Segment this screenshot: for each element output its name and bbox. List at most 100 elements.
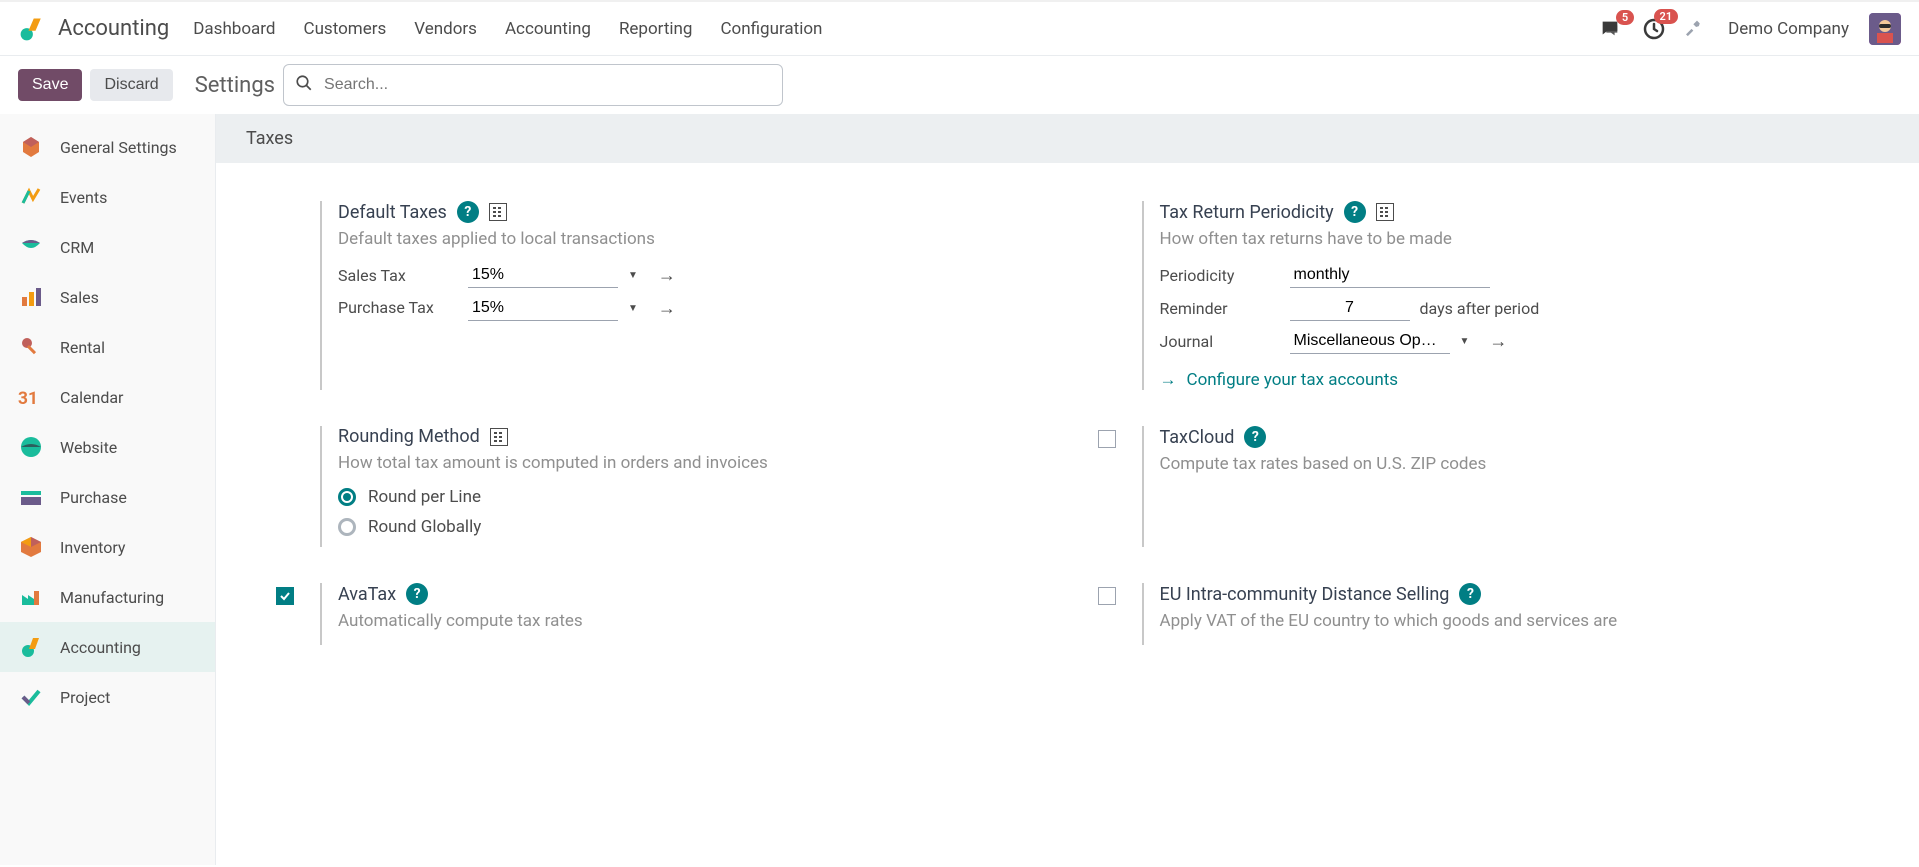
sales-icon xyxy=(18,284,44,310)
sidebar-item-inventory[interactable]: Inventory xyxy=(0,522,215,572)
search-input[interactable] xyxy=(283,64,783,106)
nav-accounting[interactable]: Accounting xyxy=(505,19,591,39)
avatax-checkbox[interactable] xyxy=(276,587,294,605)
caret-down-icon[interactable]: ▼ xyxy=(1460,336,1470,347)
external-link-icon[interactable]: → xyxy=(1489,331,1507,352)
activities-button[interactable]: 21 xyxy=(1642,17,1666,41)
sidebar-item-label: General Settings xyxy=(60,138,177,157)
help-icon[interactable]: ? xyxy=(406,583,428,605)
events-icon xyxy=(18,184,44,210)
sidebar-item-events[interactable]: Events xyxy=(0,172,215,222)
setting-title: Rounding Method xyxy=(338,426,480,447)
tools-icon xyxy=(1686,16,1708,38)
setting-desc: Compute tax rates based on U.S. ZIP code… xyxy=(1160,454,1880,474)
sales-tax-select[interactable] xyxy=(468,263,618,288)
user-avatar[interactable] xyxy=(1869,13,1901,45)
reminder-input[interactable] xyxy=(1290,296,1410,321)
journal-label: Journal xyxy=(1160,332,1290,351)
setting-title: AvaTax xyxy=(338,584,396,605)
company-scope-icon[interactable] xyxy=(489,203,507,221)
main: General Settings Events CRM Sales Rental… xyxy=(0,114,1919,865)
caret-down-icon[interactable]: ▼ xyxy=(628,303,638,314)
radio-label: Round per Line xyxy=(368,487,481,507)
purchase-tax-select[interactable] xyxy=(468,296,618,321)
setting-title: Default Taxes xyxy=(338,202,447,223)
setting-desc: Apply VAT of the EU country to which goo… xyxy=(1160,611,1880,631)
nav-configuration[interactable]: Configuration xyxy=(720,19,822,39)
setting-desc: Automatically compute tax rates xyxy=(338,611,1058,631)
nav-menu: Dashboard Customers Vendors Accounting R… xyxy=(193,19,822,39)
periodicity-select[interactable] xyxy=(1290,263,1490,288)
help-icon[interactable]: ? xyxy=(1344,201,1366,223)
sidebar-item-website[interactable]: Website xyxy=(0,422,215,472)
brand[interactable]: Accounting xyxy=(18,15,169,43)
app-logo-icon xyxy=(18,15,46,43)
nav-vendors[interactable]: Vendors xyxy=(414,19,477,39)
topbar-right: 5 21 Demo Company xyxy=(1598,13,1901,45)
settings-grid: Default Taxes ? Default taxes applied to… xyxy=(216,163,1919,683)
save-button[interactable]: Save xyxy=(18,69,82,101)
configure-tax-accounts-link[interactable]: → Configure your tax accounts xyxy=(1160,370,1399,390)
taxcloud-checkbox[interactable] xyxy=(1098,430,1116,448)
company-name[interactable]: Demo Company xyxy=(1728,19,1849,39)
setting-rounding: Rounding Method How total tax amount is … xyxy=(276,408,1058,565)
setting-desc: How often tax returns have to be made xyxy=(1160,229,1880,249)
topbar: Accounting Dashboard Customers Vendors A… xyxy=(0,0,1919,56)
sidebar-item-label: Inventory xyxy=(60,538,126,557)
sidebar-item-purchase[interactable]: Purchase xyxy=(0,472,215,522)
sidebar-item-calendar[interactable]: 31 Calendar xyxy=(0,372,215,422)
toolbar: Save Discard Settings xyxy=(0,56,1919,114)
search-icon xyxy=(295,74,313,96)
setting-taxcloud: TaxCloud ? Compute tax rates based on U.… xyxy=(1098,408,1880,565)
periodicity-label: Periodicity xyxy=(1160,266,1290,285)
sidebar-item-label: Calendar xyxy=(60,388,123,407)
sidebar-item-rental[interactable]: Rental xyxy=(0,322,215,372)
setting-tax-return: Tax Return Periodicity ? How often tax r… xyxy=(1098,183,1880,408)
purchase-tax-label: Purchase Tax xyxy=(338,298,468,319)
website-icon xyxy=(18,434,44,460)
crm-icon xyxy=(18,234,44,260)
sidebar-item-manufacturing[interactable]: Manufacturing xyxy=(0,572,215,622)
journal-select[interactable] xyxy=(1290,329,1450,354)
sidebar-item-crm[interactable]: CRM xyxy=(0,222,215,272)
messages-button[interactable]: 5 xyxy=(1598,18,1622,40)
manufacturing-icon xyxy=(18,584,44,610)
app-title: Accounting xyxy=(58,16,169,41)
company-scope-icon[interactable] xyxy=(1376,203,1394,221)
rental-icon xyxy=(18,334,44,360)
nav-dashboard[interactable]: Dashboard xyxy=(193,19,275,39)
sidebar-item-sales[interactable]: Sales xyxy=(0,272,215,322)
radio-icon xyxy=(338,518,356,536)
tools-button[interactable] xyxy=(1686,16,1708,42)
eu-distance-checkbox[interactable] xyxy=(1098,587,1116,605)
radio-icon xyxy=(338,488,356,506)
help-icon[interactable]: ? xyxy=(1244,426,1266,448)
help-icon[interactable]: ? xyxy=(1459,583,1481,605)
radio-round-globally[interactable]: Round Globally xyxy=(338,517,1058,537)
discard-button[interactable]: Discard xyxy=(90,69,172,101)
nav-reporting[interactable]: Reporting xyxy=(619,19,693,39)
setting-default-taxes: Default Taxes ? Default taxes applied to… xyxy=(276,183,1058,408)
company-scope-icon[interactable] xyxy=(490,428,508,446)
messages-badge: 5 xyxy=(1616,10,1634,25)
accounting-icon xyxy=(18,634,44,660)
project-icon xyxy=(18,684,44,710)
sidebar-item-general-settings[interactable]: General Settings xyxy=(0,122,215,172)
help-icon[interactable]: ? xyxy=(457,201,479,223)
external-link-icon[interactable]: → xyxy=(658,298,676,319)
setting-desc: How total tax amount is computed in orde… xyxy=(338,453,1058,473)
nav-customers[interactable]: Customers xyxy=(304,19,387,39)
gear-icon xyxy=(18,134,44,160)
setting-desc: Default taxes applied to local transacti… xyxy=(338,229,1058,249)
external-link-icon[interactable]: → xyxy=(658,265,676,286)
check-icon xyxy=(279,590,291,602)
radio-round-per-line[interactable]: Round per Line xyxy=(338,487,1058,507)
sidebar-item-project[interactable]: Project xyxy=(0,672,215,722)
setting-avatax: AvaTax ? Automatically compute tax rates xyxy=(276,565,1058,663)
sidebar-item-accounting[interactable]: Accounting xyxy=(0,622,215,672)
purchase-icon xyxy=(18,484,44,510)
reminder-label: Reminder xyxy=(1160,299,1290,318)
sidebar-item-label: Project xyxy=(60,688,110,707)
settings-content: Taxes Default Taxes ? Default taxes appl… xyxy=(216,114,1919,865)
caret-down-icon[interactable]: ▼ xyxy=(628,270,638,281)
